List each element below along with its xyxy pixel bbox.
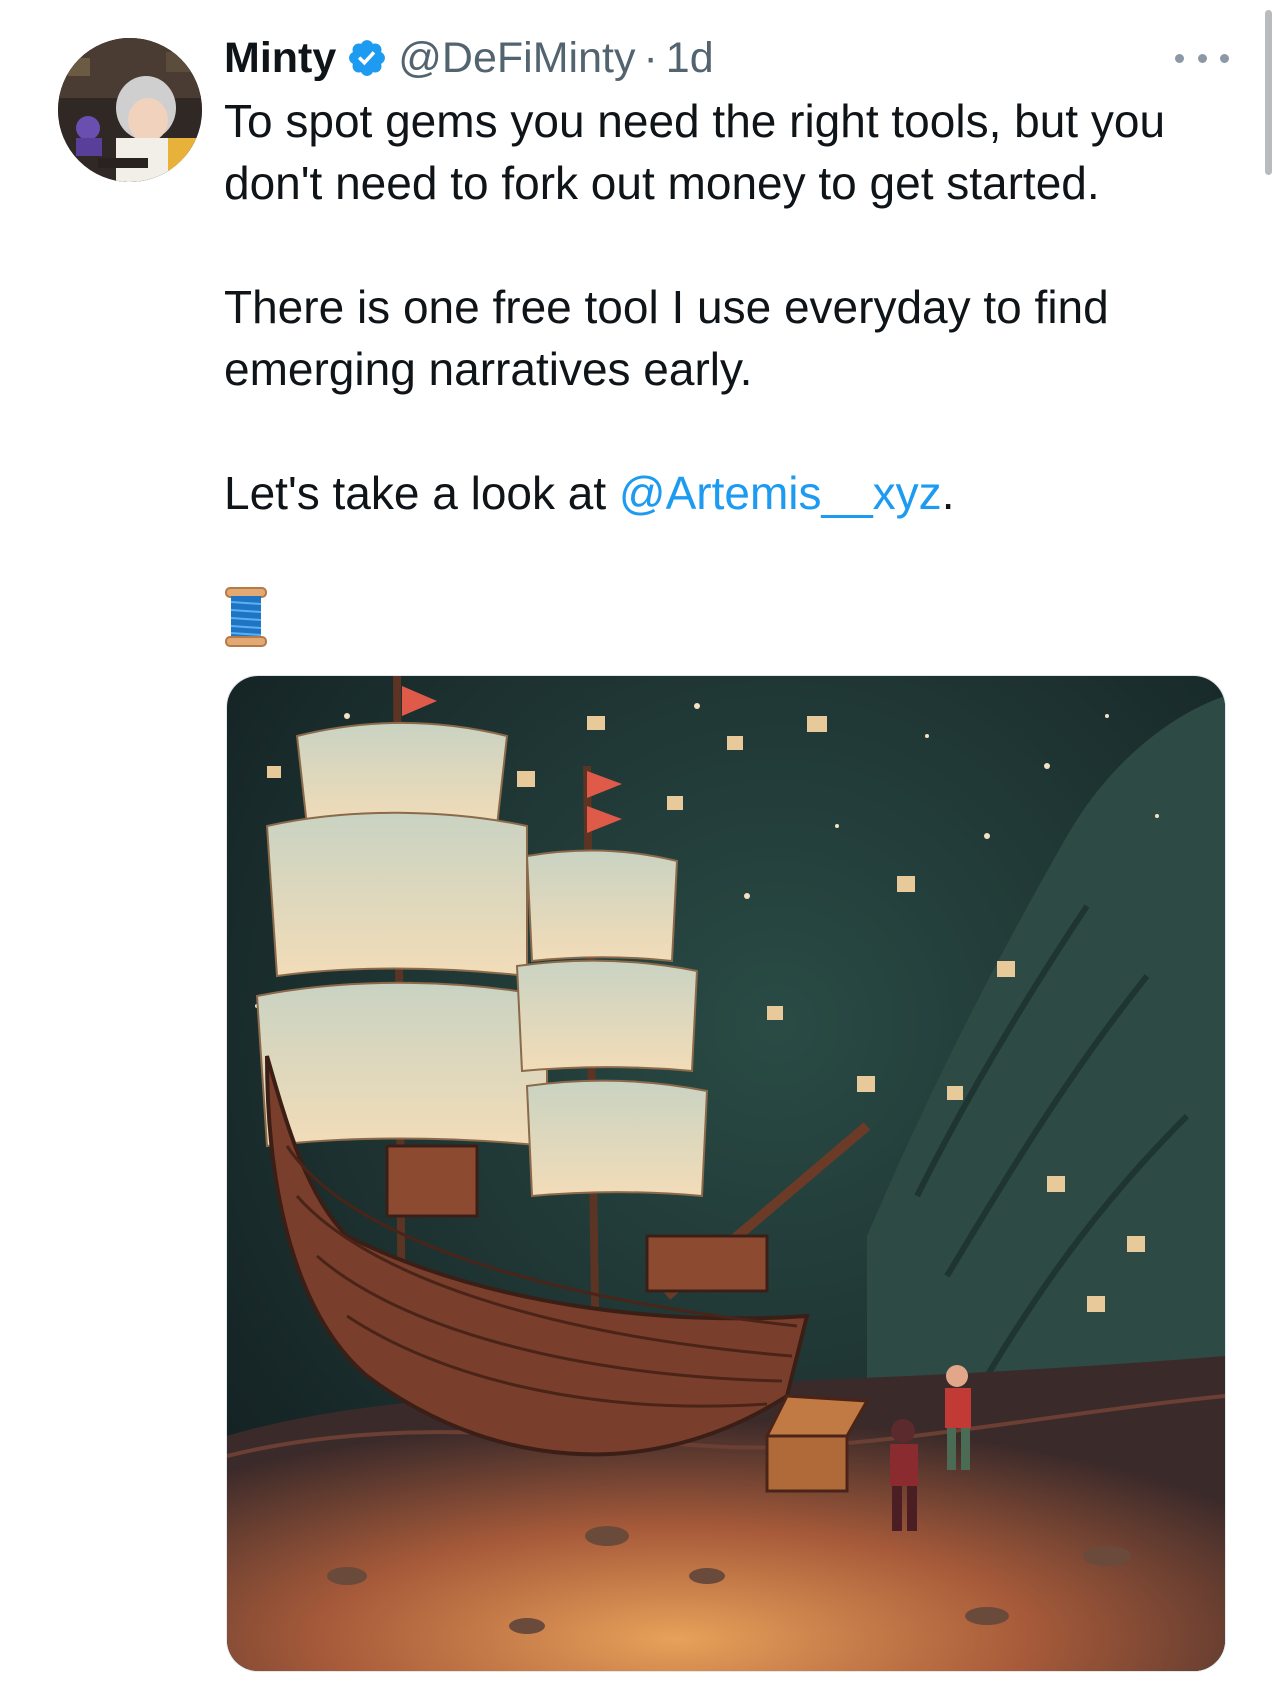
verified-badge-icon[interactable] [346, 37, 388, 79]
text-segment: . [941, 467, 955, 519]
avatar[interactable] [58, 38, 202, 182]
separator-dot: · [643, 33, 658, 82]
tweet-media-image[interactable] [226, 675, 1226, 1672]
tweet-text: To spot gems you need the right tools, b… [224, 90, 1224, 663]
user-handle[interactable]: @DeFiMinty [398, 34, 635, 83]
tweet-header: Minty @DeFiMinty · 1d [224, 26, 1224, 90]
mention-link[interactable]: @Artemis__xyz [619, 467, 942, 519]
text-line: There is one free tool I use everyday to… [224, 281, 1109, 333]
display-name[interactable]: Minty [224, 34, 336, 83]
scrollbar[interactable] [1265, 10, 1272, 175]
text-line: emerging narratives early. [224, 343, 753, 395]
text-line: Let's take a look at @Artemis__xyz. [224, 462, 1224, 524]
timestamp[interactable]: 1d [666, 34, 714, 83]
avatar-image [58, 38, 202, 182]
spool-of-thread-icon [225, 587, 267, 647]
text-line: don't need to fork out money to get star… [224, 157, 1100, 209]
text-line: To spot gems you need the right tools, b… [224, 95, 1166, 147]
tweet-body: Minty @DeFiMinty · 1d To spot gems you n… [224, 26, 1224, 663]
ship-illustration [227, 676, 1225, 1671]
text-segment: Let's take a look at [224, 467, 619, 519]
